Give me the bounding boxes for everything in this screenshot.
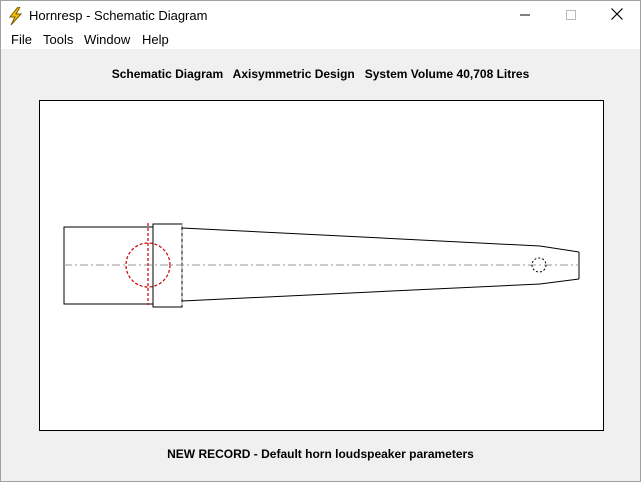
menu-tools[interactable]: Tools xyxy=(43,32,73,47)
lightning-bolt-icon xyxy=(7,6,23,26)
menu-window[interactable]: Window xyxy=(84,32,130,47)
horn-upper-wall xyxy=(181,227,541,247)
horn-schematic-drawing xyxy=(63,223,580,308)
horn-lower-wall xyxy=(181,283,541,302)
record-status: NEW RECORD - Default horn loudspeaker pa… xyxy=(167,447,474,461)
maximize-icon xyxy=(566,7,576,25)
window-title: Hornresp - Schematic Diagram xyxy=(29,8,208,23)
schematic-canvas xyxy=(39,100,604,431)
menu-bar: File Tools Window Help xyxy=(1,31,640,49)
close-icon xyxy=(611,7,623,25)
maximize-button[interactable] xyxy=(548,1,594,31)
horn-mouth-upper xyxy=(539,245,580,253)
minimize-button[interactable] xyxy=(502,1,548,31)
diagram-header: Schematic Diagram Axisymmetric Design Sy… xyxy=(111,67,530,81)
title-bar[interactable]: Hornresp - Schematic Diagram xyxy=(1,1,640,31)
schematic-window: Hornresp - Schematic Diagram File Tools … xyxy=(0,0,641,482)
menu-help[interactable]: Help xyxy=(142,32,169,47)
menu-file[interactable]: File xyxy=(11,32,32,47)
minimize-icon xyxy=(520,7,530,25)
horn-mouth-lower xyxy=(539,278,580,285)
close-button[interactable] xyxy=(594,1,640,31)
